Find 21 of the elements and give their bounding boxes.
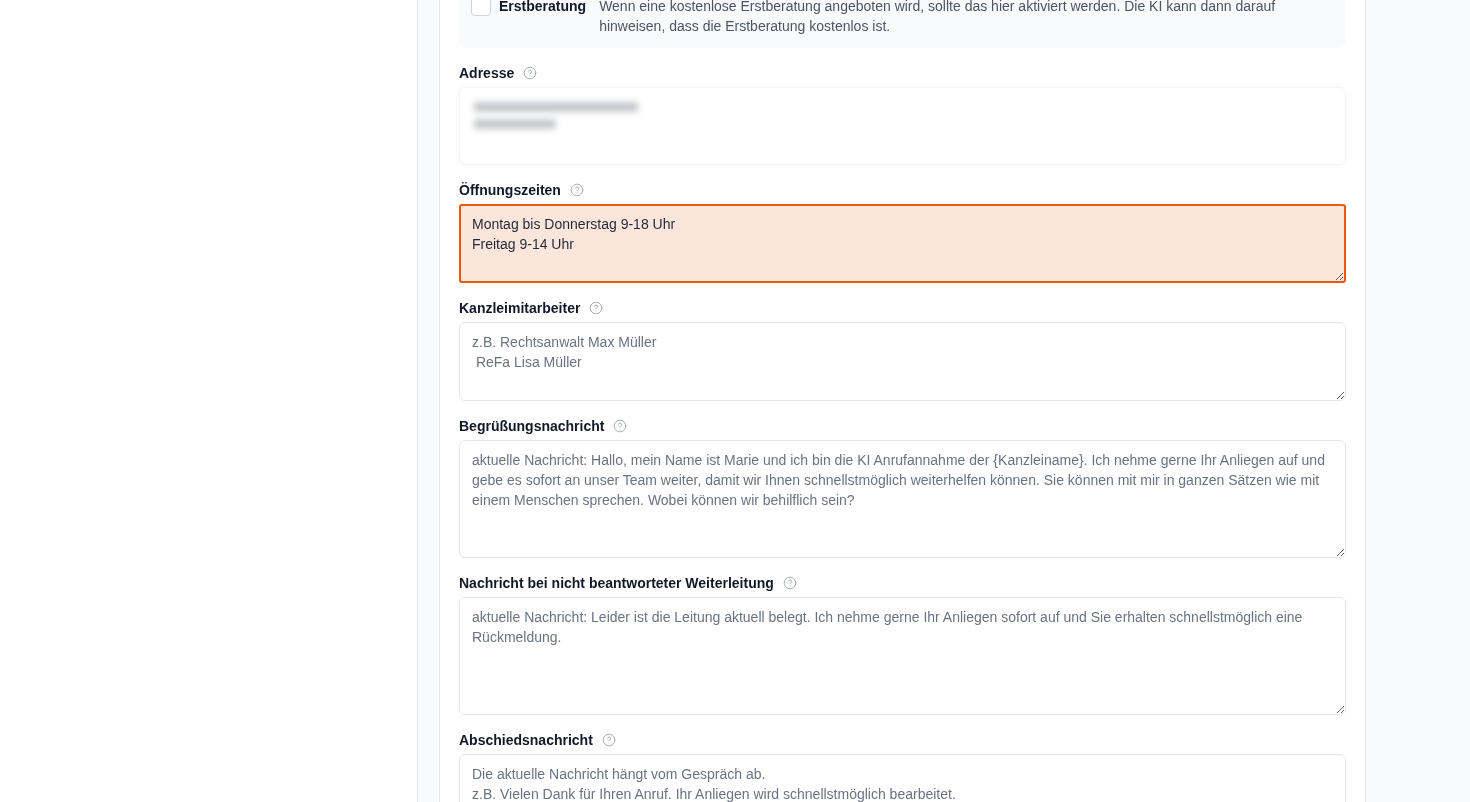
- text-area[interactable]: aktuelle Nachricht: Leider ist die Leitung aktuell belegt. Ich nehme gerne Ihr Anliegen sofort auf und Sie erhalten schnellstmöglich eine Rückmeldung.: [459, 597, 1346, 715]
- address-field[interactable]: [459, 87, 1346, 165]
- help-icon[interactable]: [589, 301, 604, 315]
- field-label: Nachricht bei nicht beantworteter Weiterleitung: [459, 574, 774, 593]
- checkbox[interactable]: [471, 0, 491, 16]
- help-icon[interactable]: [782, 576, 797, 590]
- text-area[interactable]: z.B. Rechtsanwalt Max Müller ReFa Lisa Müller: [459, 322, 1346, 401]
- field-label: Begrüßungsnachricht: [459, 417, 605, 436]
- field-label: Adresse: [459, 64, 515, 83]
- help-icon[interactable]: [601, 733, 616, 747]
- field-label: Kanzleimitarbeiter: [459, 299, 581, 318]
- option-description: Wenn eine kostenlose Erstberatung angeboten wird, sollte das hier aktiviert werden. Die KI kann dann darauf hinweisen, dass die Erstberatung kostenlos ist.: [599, 0, 1277, 36]
- help-icon[interactable]: [613, 419, 628, 433]
- text-area[interactable]: aktuelle Nachricht: Hallo, mein Name ist Marie und ich bin die KI Anrufannahme der {Kanzleiname}. Ich nehme gerne Ihr Anliegen auf und gebe es sofort an unser Team weiter, damit wir Ihnen schnellstmöglich weiterhelfen können. Sie können mit mir in ganzen Sätzen wie mit einem Menschen sprechen. Wobei können wir behilflich sein?: [459, 440, 1346, 558]
- text-area[interactable]: Die aktuelle Nachricht hängt vom Gespräch ab. z.B. Vielen Dank für Ihren Anruf. Ihr Anliegen wird schnellstmöglich bearbeitet.: [459, 754, 1346, 802]
- field-label: Öffnungszeiten: [459, 181, 561, 200]
- option-label: Erstberatung: [499, 0, 587, 16]
- help-icon[interactable]: [523, 66, 538, 80]
- field-label: Abschiedsnachricht: [459, 731, 593, 750]
- help-icon[interactable]: [569, 183, 584, 197]
- text-area[interactable]: Montag bis Donnerstag 9-18 Uhr Freitag 9-14 Uhr: [459, 204, 1346, 283]
